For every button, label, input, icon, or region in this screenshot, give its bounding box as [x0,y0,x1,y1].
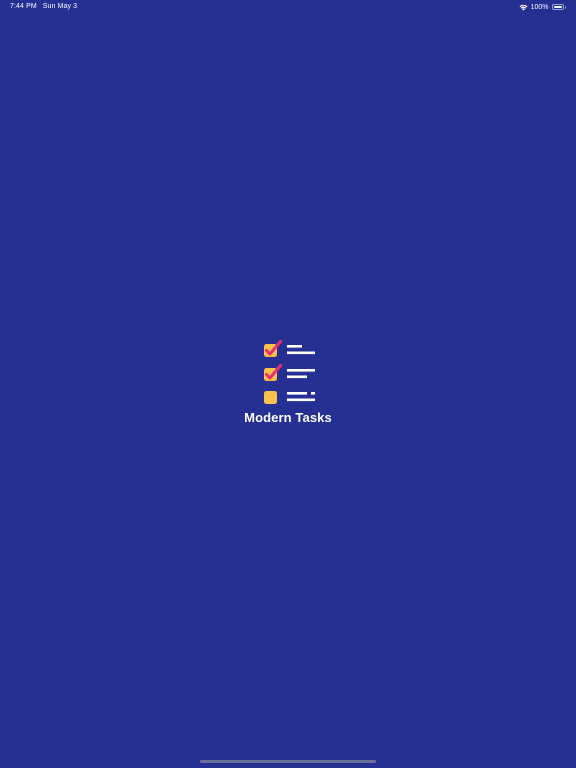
checkbox-unchecked-icon [264,391,277,404]
home-indicator[interactable] [200,760,376,763]
status-date: Sun May 3 [42,3,78,10]
battery-percent: 100% [530,3,549,11]
wifi-icon [519,4,528,11]
battery-icon [551,4,564,10]
list-line [287,369,315,372]
splash-screen: 7:44 PM Sun May 3 100% Modern Tasks [0,0,576,768]
list-line [287,345,302,348]
status-left: 7:44 PM Sun May 3 [10,3,77,10]
list-line [287,351,315,355]
list-line [287,398,315,402]
status-time: 7:44 PM [10,3,37,10]
checklist-icon [264,340,315,404]
splash-content: Modern Tasks [0,338,576,425]
status-right: 100% [519,2,566,12]
battery-fill [553,6,562,8]
list-dot [311,392,315,395]
app-title: Modern Tasks [244,410,332,425]
list-line [287,375,307,379]
status-bar: 7:44 PM Sun May 3 100% [0,0,576,14]
list-line [287,392,307,395]
battery-cap [564,5,566,9]
